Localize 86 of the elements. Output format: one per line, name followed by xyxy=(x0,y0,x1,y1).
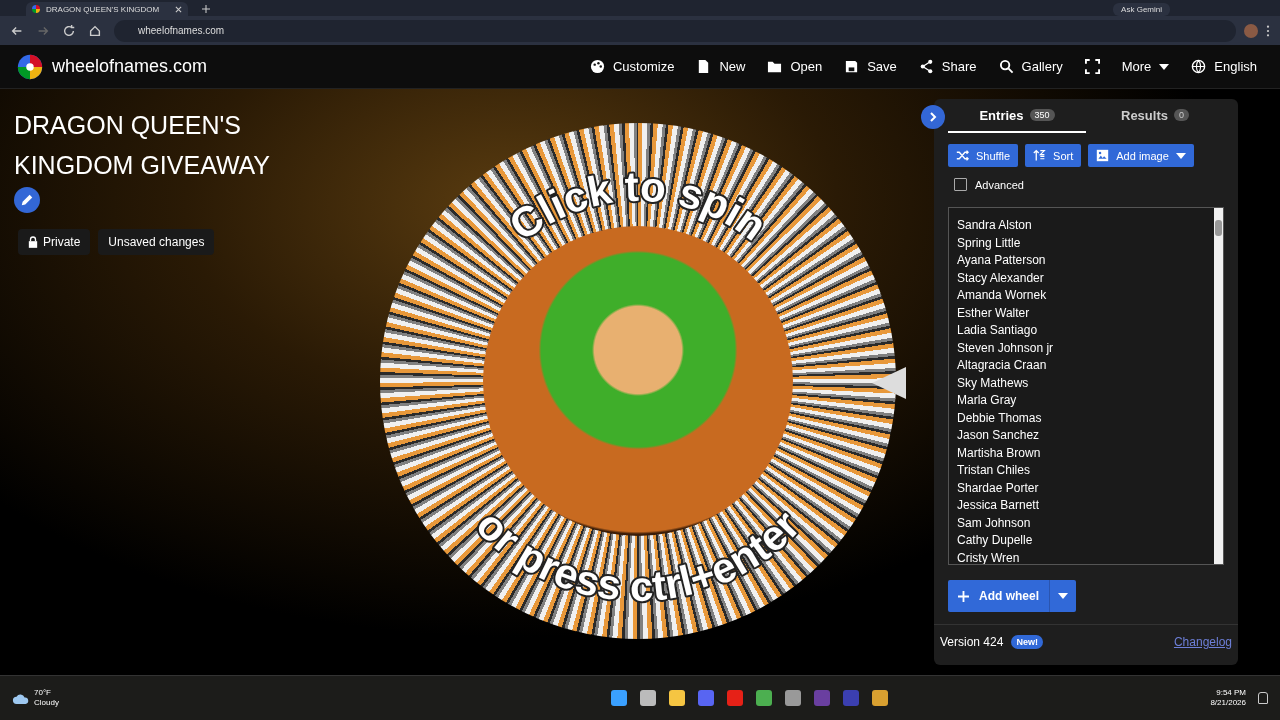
entry-name: Ladia Santiago xyxy=(957,322,1039,339)
nav-button[interactable]: Share xyxy=(907,53,988,80)
entry-name: Stacy Alexander xyxy=(957,269,1045,287)
weather-condition: Cloudy xyxy=(34,698,59,708)
entry-name: Esther Walter xyxy=(957,304,1031,322)
entry-name: Cathy Dupelle xyxy=(957,532,1034,549)
palette-icon xyxy=(589,59,605,74)
nav-button[interactable]: More xyxy=(1110,53,1181,80)
fullscreen-icon xyxy=(1084,59,1100,74)
image-icon xyxy=(1096,149,1110,162)
advanced-checkbox[interactable]: Advanced xyxy=(954,178,1224,191)
nav-button[interactable]: Customize xyxy=(578,53,686,80)
count-badge: 350 xyxy=(1029,109,1055,121)
wheel-title: DRAGON QUEEN'S KINGDOM GIVEAWAY xyxy=(14,110,272,181)
globe-icon xyxy=(1191,59,1207,74)
entry-name: Martisha Brown xyxy=(957,444,1042,462)
home-icon[interactable] xyxy=(88,23,102,38)
chevron-right-icon xyxy=(927,111,939,123)
pointer-icon xyxy=(872,365,908,401)
taskbar-app-icon[interactable] xyxy=(611,690,628,706)
menu-icon[interactable] xyxy=(1266,24,1270,37)
entry-name: Ayana Patterson xyxy=(957,252,1047,269)
entry-name: Amanda Wornek xyxy=(957,287,1048,304)
nav-button[interactable]: Open xyxy=(756,53,834,80)
sort-icon xyxy=(1033,149,1047,162)
nav-button[interactable]: Save xyxy=(833,53,908,80)
nav-button[interactable]: Gallery xyxy=(987,53,1074,80)
changelog-link[interactable]: Changelog xyxy=(1173,635,1232,649)
image-button[interactable]: Add image xyxy=(1088,144,1194,167)
entry-name: Jessica Barnett xyxy=(957,497,1041,514)
nav-button[interactable]: New xyxy=(685,53,757,80)
share-icon xyxy=(918,59,934,74)
panel-tab[interactable]: Results 0 xyxy=(1086,99,1224,133)
new-badge: New! xyxy=(1011,635,1043,649)
entries-textarea[interactable] xyxy=(948,207,1224,565)
entry-name: Sam Johnson xyxy=(957,514,1032,532)
count-badge: 0 xyxy=(1173,109,1189,121)
entry-name: Debbie Thomas xyxy=(957,409,1043,427)
new-tab-icon[interactable] xyxy=(202,5,210,13)
entry-name: Jason Sanchez xyxy=(957,427,1041,444)
panel-tab[interactable]: Entries 350 xyxy=(948,99,1086,133)
private-chip: Private xyxy=(18,229,91,255)
close-icon[interactable] xyxy=(175,5,182,13)
entry-name: Marla Gray xyxy=(957,392,1018,409)
reload-icon[interactable] xyxy=(62,23,76,38)
clock-date: 8/21/2026 xyxy=(1210,698,1246,708)
clock-time: 9:54 PM xyxy=(1216,688,1246,698)
logo-icon[interactable] xyxy=(16,52,44,81)
taskbar-app-icon[interactable] xyxy=(785,690,802,706)
temperature: 70°F xyxy=(34,688,52,698)
site-name[interactable]: wheelofnames.com xyxy=(52,56,208,77)
caret-icon xyxy=(1159,63,1170,70)
search-icon xyxy=(998,59,1014,74)
folder-icon xyxy=(767,59,783,74)
taskbar-app-icon[interactable] xyxy=(872,690,889,706)
site-logo-icon xyxy=(32,5,40,13)
entry-name: Sky Mathews xyxy=(957,374,1030,392)
taskbar-app-icon[interactable] xyxy=(640,690,657,706)
entry-name: Steven Johnson jr xyxy=(957,339,1055,357)
plus-icon xyxy=(958,590,969,602)
edit-button[interactable] xyxy=(14,187,40,213)
entry-name: Spring Little xyxy=(957,234,1022,252)
entry-name: Altagracia Craan xyxy=(957,357,1048,374)
sort-button[interactable]: Sort xyxy=(1025,144,1082,167)
entry-name: Sandra Alston xyxy=(957,217,1033,234)
scrollbar[interactable] xyxy=(1214,208,1223,564)
status-chip: Unsaved changes xyxy=(98,229,215,255)
caret-icon[interactable] xyxy=(1058,593,1068,599)
entry-name: Cristy Wren xyxy=(957,549,1021,564)
address-bar[interactable]: wheelofnames.com xyxy=(114,19,1236,42)
entry-name: Tristan Chiles xyxy=(957,462,1031,479)
entry-name: Shardae Porter xyxy=(957,479,1040,497)
shuffle-icon xyxy=(956,149,969,162)
taskbar-app-icon[interactable] xyxy=(756,690,773,706)
browser-tab[interactable]: DRAGON QUEEN'S KINGDOM xyxy=(26,2,188,16)
shuffle-button[interactable]: Shuffle xyxy=(948,144,1019,167)
version-label: Version 424 xyxy=(940,635,1004,649)
notification-icon[interactable] xyxy=(1258,692,1268,704)
taskbar-app-icon[interactable] xyxy=(669,690,686,706)
ask-gemini-button[interactable]: Ask Gemini xyxy=(1113,3,1170,16)
nav-button[interactable]: English xyxy=(1180,53,1268,80)
pencil-icon xyxy=(20,193,34,207)
add-wheel-button[interactable]: Add wheel xyxy=(948,580,1076,612)
caret-icon xyxy=(1175,152,1186,159)
lock-icon xyxy=(28,236,38,248)
collapse-button[interactable] xyxy=(921,105,945,129)
